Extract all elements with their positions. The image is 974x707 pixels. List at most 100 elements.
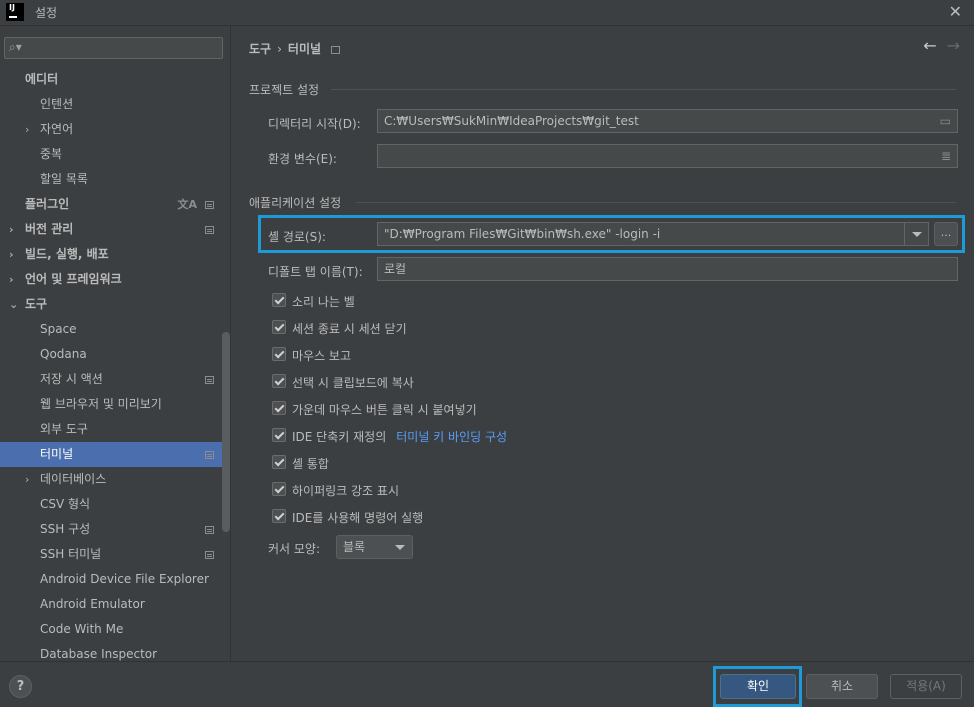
sidebar-item[interactable]: Space bbox=[0, 317, 230, 342]
sidebar-item[interactable]: Android Device File Explorer bbox=[0, 567, 230, 592]
start-dir-field[interactable]: C:₩Users₩SukMin₩IdeaProjects₩git_test ▭ bbox=[377, 109, 958, 133]
cursor-shape-select[interactable]: 블록 bbox=[336, 535, 413, 559]
close-icon[interactable]: ✕ bbox=[949, 2, 962, 21]
project-scope-icon bbox=[205, 526, 214, 534]
checkbox-label: 소리 나는 벨 bbox=[292, 295, 355, 309]
chevron-down-icon[interactable] bbox=[904, 223, 928, 245]
sidebar-item[interactable]: SSH 구성 bbox=[0, 517, 230, 542]
sidebar-item-label: 언어 및 프레임워크 bbox=[25, 272, 122, 286]
env-vars-field[interactable]: ≣ bbox=[377, 144, 958, 168]
dialog-footer: ? 확인 취소 적용(A) bbox=[0, 661, 974, 707]
shell-path-combo[interactable]: "D:₩Program Files₩Git₩bin₩sh.exe" -login… bbox=[377, 222, 929, 246]
checkbox[interactable] bbox=[272, 374, 286, 388]
checkbox[interactable] bbox=[272, 482, 286, 496]
settings-search-input[interactable]: ⌕▾ bbox=[4, 37, 223, 59]
sidebar-item-label: 자연어 bbox=[40, 122, 74, 136]
settings-sidebar: ⌕▾ 에디터 인텐션 › 자연어 중복 할일 목록 플러그인 文A › 버전 관리 › 빌드, 실행,… bbox=[0, 26, 231, 661]
chevron-right-icon[interactable]: › bbox=[25, 117, 29, 142]
divider bbox=[331, 89, 956, 90]
help-button[interactable]: ? bbox=[9, 675, 32, 698]
shell-path-label: 셸 경로(S): bbox=[268, 230, 326, 244]
divider bbox=[356, 202, 956, 203]
chevron-right-icon[interactable]: › bbox=[9, 242, 14, 267]
sidebar-item[interactable]: Android Emulator bbox=[0, 592, 230, 617]
sidebar-item-label: Database Inspector bbox=[40, 647, 158, 661]
sidebar-item-label: 할일 목록 bbox=[40, 172, 88, 186]
browse-button[interactable]: ... bbox=[934, 222, 958, 246]
sidebar-item[interactable]: 외부 도구 bbox=[0, 417, 230, 442]
checkbox[interactable] bbox=[272, 455, 286, 469]
sidebar-item[interactable]: 플러그인 文A bbox=[0, 192, 230, 217]
sidebar-item-label: Space bbox=[40, 322, 77, 336]
sidebar-scrollbar[interactable] bbox=[222, 332, 230, 532]
back-arrow-icon[interactable]: ← bbox=[923, 36, 936, 55]
sidebar-item[interactable]: 중복 bbox=[0, 142, 230, 167]
apply-button[interactable]: 적용(A) bbox=[890, 674, 962, 699]
list-edit-icon[interactable]: ≣ bbox=[941, 145, 951, 167]
project-scope-icon bbox=[205, 201, 214, 209]
project-scope-icon bbox=[205, 226, 214, 234]
project-scope-icon bbox=[331, 45, 341, 54]
folder-icon[interactable]: ▭ bbox=[940, 110, 951, 132]
chevron-right-icon[interactable]: › bbox=[25, 467, 29, 492]
checkbox-label: 셸 통합 bbox=[292, 457, 329, 471]
checkbox-label: IDE 단축키 재정의 터미널 키 바인딩 구성 bbox=[292, 430, 508, 444]
search-icon: ⌕▾ bbox=[9, 40, 22, 54]
sidebar-item[interactable]: › 데이터베이스 bbox=[0, 467, 230, 492]
sidebar-item[interactable]: › 자연어 bbox=[0, 117, 230, 142]
sidebar-item[interactable]: CSV 형식 bbox=[0, 492, 230, 517]
sidebar-item-label: 인텐션 bbox=[40, 97, 74, 111]
sidebar-item[interactable]: Qodana bbox=[0, 342, 230, 367]
sidebar-item[interactable]: 인텐션 bbox=[0, 92, 230, 117]
title-bar: IJ 설정 ✕ bbox=[0, 0, 974, 26]
project-scope-icon bbox=[205, 451, 214, 459]
cursor-shape-label: 커서 모양: bbox=[268, 542, 321, 556]
sidebar-item-label: 웹 브라우저 및 미리보기 bbox=[40, 397, 162, 411]
history-nav: ← → bbox=[923, 36, 960, 55]
start-dir-label: 디렉터리 시작(D): bbox=[268, 117, 361, 131]
sidebar-item[interactable]: SSH 터미널 bbox=[0, 542, 230, 567]
breadcrumb: 도구 › 터미널 bbox=[249, 40, 341, 57]
chevron-right-icon[interactable]: › bbox=[9, 267, 14, 292]
sidebar-item[interactable]: 저장 시 액션 bbox=[0, 367, 230, 392]
breadcrumb-current: 터미널 bbox=[287, 42, 322, 56]
checkbox[interactable] bbox=[272, 509, 286, 523]
checkbox[interactable] bbox=[272, 293, 286, 307]
sidebar-item-label: 도구 bbox=[25, 297, 48, 311]
sidebar-item[interactable]: 터미널 bbox=[0, 442, 230, 467]
checkbox[interactable] bbox=[272, 347, 286, 361]
checkbox-label: 하이퍼링크 강조 표시 bbox=[292, 484, 399, 498]
sidebar-item[interactable]: › 빌드, 실행, 배포 bbox=[0, 242, 230, 267]
sidebar-item[interactable]: 웹 브라우저 및 미리보기 bbox=[0, 392, 230, 417]
checkbox-label: 마우스 보고 bbox=[292, 349, 352, 363]
sidebar-item-label: CSV 형식 bbox=[40, 497, 91, 511]
sidebar-item-label: 버전 관리 bbox=[25, 222, 74, 236]
sidebar-item[interactable]: › 버전 관리 bbox=[0, 217, 230, 242]
sidebar-item-label: Android Device File Explorer bbox=[40, 572, 209, 586]
sidebar-item-label: 저장 시 액션 bbox=[40, 372, 103, 386]
sidebar-item[interactable]: › 언어 및 프레임워크 bbox=[0, 267, 230, 292]
sidebar-item-label: Code With Me bbox=[40, 622, 124, 636]
breadcrumb-parent[interactable]: 도구 bbox=[249, 42, 271, 56]
chevron-right-icon[interactable]: › bbox=[9, 217, 14, 242]
cancel-button[interactable]: 취소 bbox=[806, 674, 878, 699]
sidebar-item-label: 빌드, 실행, 배포 bbox=[25, 247, 109, 261]
ok-button[interactable]: 확인 bbox=[720, 674, 796, 699]
default-tab-field[interactable]: 로컬 bbox=[377, 257, 958, 281]
window-title: 설정 bbox=[35, 6, 58, 20]
checkbox[interactable] bbox=[272, 320, 286, 334]
chevron-down-icon[interactable]: ⌄ bbox=[9, 292, 18, 317]
sidebar-item-label: 외부 도구 bbox=[40, 422, 88, 436]
keybinding-link[interactable]: 터미널 키 바인딩 구성 bbox=[396, 430, 507, 444]
sidebar-item[interactable]: 에디터 bbox=[0, 67, 230, 92]
checkbox[interactable] bbox=[272, 401, 286, 415]
checkbox-label: 세션 종료 시 세션 닫기 bbox=[292, 322, 407, 336]
sidebar-item[interactable]: 할일 목록 bbox=[0, 167, 230, 192]
app-settings-title: 애플리케이션 설정 bbox=[249, 196, 342, 210]
sidebar-item[interactable]: ⌄ 도구 bbox=[0, 292, 230, 317]
checkbox[interactable] bbox=[272, 428, 286, 442]
forward-arrow-icon[interactable]: → bbox=[947, 36, 960, 55]
checkbox-label: IDE를 사용해 명령어 실행 bbox=[292, 511, 424, 525]
sidebar-item[interactable]: Database Inspector bbox=[0, 642, 230, 661]
sidebar-item[interactable]: Code With Me bbox=[0, 617, 230, 642]
